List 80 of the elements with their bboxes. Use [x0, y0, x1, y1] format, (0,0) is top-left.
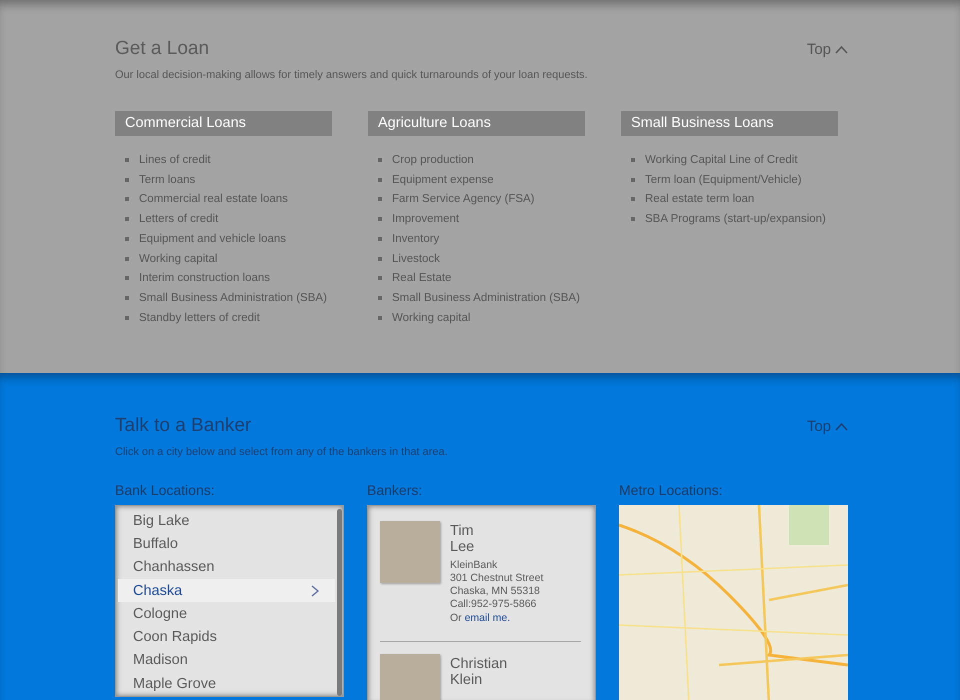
section-title: Get a Loan: [115, 38, 210, 60]
bullet-icon: [378, 276, 382, 280]
section-description: Our local decision-making allows for timely answers and quick turnarounds of your loan requests.: [115, 69, 589, 81]
chevron-right-icon: [311, 584, 319, 597]
loan-type-item: Real Estate: [392, 272, 452, 284]
loan-type-item: Working capital: [392, 312, 470, 324]
bullet-icon: [378, 256, 382, 261]
location-item[interactable]: Maple Grove: [118, 672, 335, 696]
banker-detail: KleinBank: [450, 559, 498, 572]
bullet-icon: [125, 276, 129, 280]
bullet-icon: [125, 256, 129, 261]
loan-type-item: Small Business Administration (SBA): [139, 292, 327, 304]
loan-type-item: Letters of credit: [139, 213, 218, 226]
bullet-icon: [631, 217, 635, 222]
location-item[interactable]: Madison: [118, 648, 335, 672]
caret-icon: [835, 422, 848, 431]
loan-category-header: Agriculture Loans: [368, 111, 585, 136]
loan-type-item: Small Business Administration (SBA): [392, 292, 580, 304]
bullet-icon: [378, 158, 382, 162]
loan-type-item: Livestock: [392, 252, 440, 265]
loan-type-item: Farm Service Agency (FSA): [392, 193, 535, 206]
banker-detail: 301 Chestnut Street: [450, 572, 544, 585]
location-item[interactable]: Coon Rapids: [118, 625, 335, 649]
banker-last-name: Klein: [450, 672, 484, 688]
loan-type-item: Standby letters of credit: [139, 312, 260, 324]
photo-placeholder: [380, 521, 440, 583]
bullet-icon: [631, 158, 635, 162]
column-label: Bankers:: [367, 482, 424, 498]
bullet-icon: [125, 158, 129, 162]
bullet-icon: [125, 316, 129, 320]
scrollbar[interactable]: [337, 509, 342, 696]
loan-type-item: Crop production: [392, 154, 474, 166]
bullet-icon: [125, 236, 129, 241]
bullet-icon: [125, 217, 129, 222]
loan-category-header: Small Business Loans: [621, 111, 838, 136]
section-description: Click on a city below and select from any of the bankers in that area.: [115, 446, 449, 458]
loan-type-item: Inventory: [392, 232, 440, 245]
email-line: Or email me.: [450, 612, 512, 625]
bullet-icon: [125, 197, 129, 202]
loan-type-item: Commercial real estate loans: [139, 193, 288, 206]
bullet-icon: [378, 296, 382, 300]
loan-type-item: SBA Programs (start-up/expansion): [645, 213, 826, 226]
column-label: Metro Locations:: [619, 482, 724, 498]
bullet-icon: [125, 296, 129, 300]
loan-type-item: Term loans: [139, 174, 196, 186]
banker-first-name: Tim: [450, 523, 475, 539]
section-title: Talk to a Banker: [115, 415, 252, 437]
loan-type-item: Improvement: [392, 213, 460, 226]
loan-type-item: Equipment expense: [392, 174, 494, 186]
bullet-icon: [378, 316, 382, 320]
loan-type-item: Term loan (Equipment/Vehicle): [645, 174, 802, 186]
loan-type-item: Lines of credit: [139, 154, 211, 166]
bullet-icon: [378, 178, 382, 182]
bullet-icon: [125, 178, 129, 182]
loan-type-item: Working capital: [139, 252, 218, 265]
photo-placeholder: [380, 654, 440, 700]
banker-detail: Call:952-975-5866: [450, 598, 538, 611]
bullet-icon: [631, 197, 635, 202]
map-placeholder[interactable]: [619, 505, 848, 700]
loan-category-header: Commercial Loans: [115, 111, 332, 136]
loan-type-item: Working Capital Line of Credit: [645, 154, 798, 166]
loan-type-item: Equipment and vehicle loans: [139, 232, 286, 245]
location-item[interactable]: Chaska: [118, 578, 335, 602]
banker-detail: Chaska, MN 55318: [450, 585, 541, 598]
email-link[interactable]: email me.: [464, 612, 510, 624]
bullet-icon: [378, 217, 382, 222]
location-item[interactable]: Big Lake: [118, 509, 335, 532]
column-label: Bank Locations:: [115, 482, 216, 498]
location-item[interactable]: Cologne: [118, 602, 335, 626]
loan-type-item: Real estate term loan: [645, 193, 754, 206]
location-item[interactable]: Chanhassen: [118, 556, 335, 579]
banker-last-name: Lee: [450, 539, 476, 555]
bullet-icon: [378, 236, 382, 241]
caret-icon: [835, 45, 848, 54]
location-item[interactable]: Buffalo: [118, 532, 335, 556]
loan-type-item: Interim construction loans: [139, 272, 270, 284]
top-link[interactable]: Top: [806, 41, 848, 58]
banker-first-name: Christian: [450, 656, 508, 672]
bullet-icon: [631, 178, 635, 182]
bullet-icon: [378, 197, 382, 202]
